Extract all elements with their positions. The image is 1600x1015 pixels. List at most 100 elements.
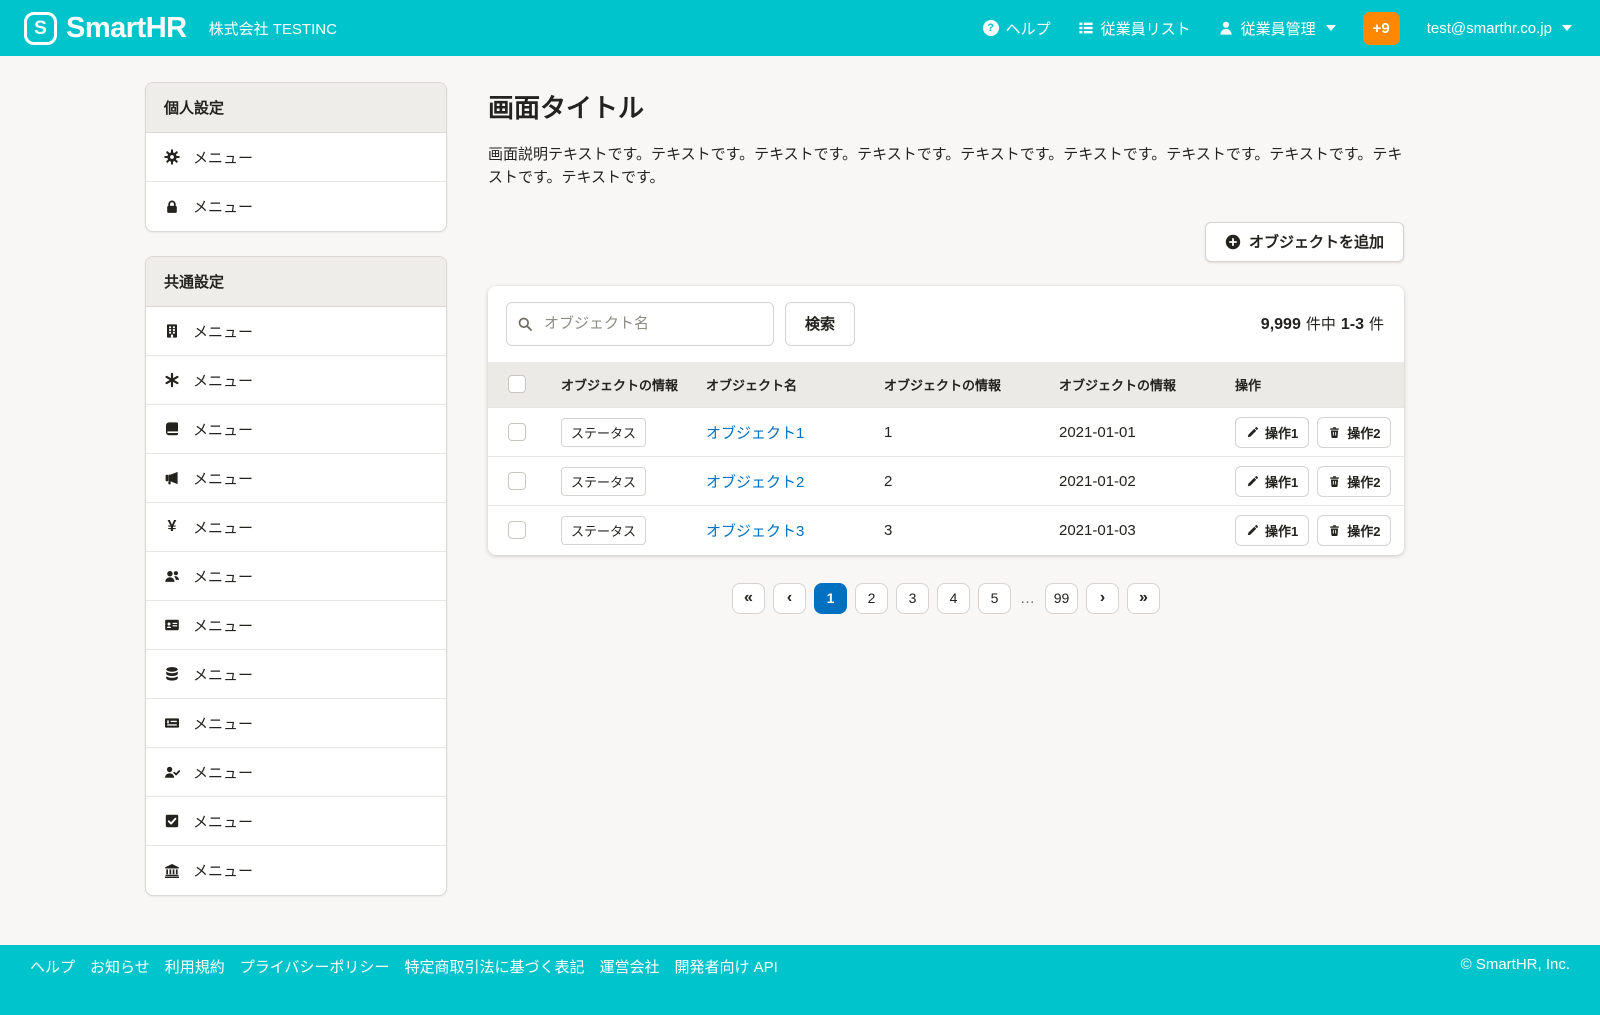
sidebar-item-common-6[interactable]: メニュー xyxy=(146,552,446,601)
smarthr-app: S SmartHR 株式会社 TESTINC ? ヘルプ 従業員リスト 従業員管… xyxy=(0,0,1600,1015)
sidebar-item-label: メニュー xyxy=(193,713,253,734)
pagination: « ‹ 1 2 3 4 5 … 99 › » xyxy=(488,583,1404,614)
sidebar-section-common: 共通設定 メニュー メニュー メニュー メニュー xyxy=(145,256,447,896)
pagination-ellipsis: … xyxy=(1019,590,1037,607)
column-header: オブジェクトの情報 xyxy=(561,362,706,408)
sidebar-item-common-1[interactable]: メニュー xyxy=(146,307,446,356)
prev-page-button[interactable]: ‹ xyxy=(773,583,806,614)
action1-label: 操作1 xyxy=(1265,521,1298,540)
help-link[interactable]: ? ヘルプ xyxy=(983,18,1051,39)
copyright: © SmartHR, Inc. xyxy=(1461,956,1570,973)
employee-admin-dropdown[interactable]: 従業員管理 xyxy=(1218,18,1336,39)
page-button-99[interactable]: 99 xyxy=(1045,583,1078,614)
add-object-label: オブジェクトを追加 xyxy=(1249,231,1384,252)
action1-label: 操作1 xyxy=(1265,423,1298,442)
action2-button[interactable]: 操作2 xyxy=(1317,466,1391,497)
next-page-button[interactable]: › xyxy=(1086,583,1119,614)
sidebar: 個人設定 メニュー メニュー 共通設定 メニュー メニュー xyxy=(145,82,447,896)
select-all-checkbox[interactable] xyxy=(508,375,526,393)
pencil-icon xyxy=(1246,426,1259,439)
object-value: 3 xyxy=(884,506,1059,555)
sidebar-item-label: メニュー xyxy=(193,370,253,391)
row-checkbox[interactable] xyxy=(508,521,526,539)
table-header-row: オブジェクトの情報 オブジェクト名 オブジェクトの情報 オブジェクトの情報 操作 xyxy=(488,362,1404,408)
action1-button[interactable]: 操作1 xyxy=(1235,515,1309,546)
account-dropdown[interactable]: test@smarthr.co.jp xyxy=(1427,20,1572,37)
action2-button[interactable]: 操作2 xyxy=(1317,515,1391,546)
sidebar-item-common-11[interactable]: メニュー xyxy=(146,797,446,846)
notification-badge[interactable]: +9 xyxy=(1363,12,1400,45)
smarthr-logo-mark-icon: S xyxy=(24,12,57,45)
lock-icon xyxy=(164,199,180,215)
caret-down-icon xyxy=(1326,25,1336,31)
list-icon xyxy=(1078,20,1094,36)
object-link[interactable]: オブジェクト2 xyxy=(706,474,804,491)
footer-links: ヘルプ お知らせ 利用規約 プライバシーポリシー 特定商取引法に基づく表記 運営… xyxy=(30,956,778,977)
smarthr-logo-text: SmartHR xyxy=(66,12,187,45)
footer-link-terms[interactable]: 利用規約 xyxy=(165,956,225,977)
object-date: 2021-01-03 xyxy=(1059,506,1235,555)
page-button-2[interactable]: 2 xyxy=(855,583,888,614)
footer-link-commerce-law[interactable]: 特定商取引法に基づく表記 xyxy=(404,956,584,977)
status-badge: ステータス xyxy=(561,467,646,496)
sidebar-item-label: メニュー xyxy=(193,321,253,342)
sidebar-item-label: メニュー xyxy=(193,147,253,168)
smarthr-logo[interactable]: S SmartHR xyxy=(24,12,187,45)
footer-link-privacy[interactable]: プライバシーポリシー xyxy=(240,956,390,977)
users-icon xyxy=(164,568,180,584)
footer-link-developer-api[interactable]: 開発者向け API xyxy=(674,956,777,977)
object-link[interactable]: オブジェクト1 xyxy=(706,425,804,442)
last-page-button[interactable]: » xyxy=(1127,583,1160,614)
object-table: オブジェクトの情報 オブジェクト名 オブジェクトの情報 オブジェクトの情報 操作… xyxy=(488,362,1404,555)
trash-icon xyxy=(1328,524,1341,537)
user-check-icon xyxy=(164,764,180,780)
employee-list-link[interactable]: 従業員リスト xyxy=(1078,18,1191,39)
column-header: 操作 xyxy=(1235,362,1404,408)
column-header: オブジェクトの情報 xyxy=(1059,362,1235,408)
sidebar-item-common-2[interactable]: メニュー xyxy=(146,356,446,405)
sidebar-item-common-9[interactable]: メニュー xyxy=(146,699,446,748)
footer-link-help[interactable]: ヘルプ xyxy=(30,956,75,977)
search-button[interactable]: 検索 xyxy=(785,302,855,346)
sidebar-item-common-5[interactable]: ¥ メニュー xyxy=(146,503,446,552)
sidebar-item-common-3[interactable]: メニュー xyxy=(146,405,446,454)
column-header: オブジェクト名 xyxy=(706,362,884,408)
count-unit-label: 件 xyxy=(1369,313,1384,334)
object-link[interactable]: オブジェクト3 xyxy=(706,523,804,540)
footer-link-news[interactable]: お知らせ xyxy=(90,956,150,977)
action2-button[interactable]: 操作2 xyxy=(1317,417,1391,448)
page-button-5[interactable]: 5 xyxy=(978,583,1011,614)
row-checkbox[interactable] xyxy=(508,472,526,490)
result-count: 9,999 件中 1-3 件 xyxy=(1261,313,1386,334)
page-title: 画面タイトル xyxy=(488,88,1404,125)
bullhorn-icon xyxy=(164,470,180,486)
sidebar-item-common-12[interactable]: メニュー xyxy=(146,846,446,895)
row-checkbox[interactable] xyxy=(508,423,526,441)
sidebar-item-common-10[interactable]: メニュー xyxy=(146,748,446,797)
search-input[interactable] xyxy=(506,302,774,346)
sidebar-item-personal-2[interactable]: メニュー xyxy=(146,182,446,231)
page-button-4[interactable]: 4 xyxy=(937,583,970,614)
footer-link-company[interactable]: 運営会社 xyxy=(599,956,659,977)
sidebar-item-label: メニュー xyxy=(193,196,253,217)
first-page-button[interactable]: « xyxy=(732,583,765,614)
add-object-button[interactable]: オブジェクトを追加 xyxy=(1205,222,1404,262)
sidebar-item-common-8[interactable]: メニュー xyxy=(146,650,446,699)
sidebar-item-common-7[interactable]: メニュー xyxy=(146,601,446,650)
sidebar-item-label: メニュー xyxy=(193,860,253,881)
page-button-3[interactable]: 3 xyxy=(896,583,929,614)
sidebar-item-personal-1[interactable]: メニュー xyxy=(146,133,446,182)
search-icon xyxy=(517,316,533,332)
object-value: 1 xyxy=(884,408,1059,457)
money-check-icon xyxy=(164,715,180,731)
action1-button[interactable]: 操作1 xyxy=(1235,466,1309,497)
sidebar-item-label: メニュー xyxy=(193,468,253,489)
yen-icon: ¥ xyxy=(164,519,180,535)
action1-button[interactable]: 操作1 xyxy=(1235,417,1309,448)
page-button-1[interactable]: 1 xyxy=(814,583,847,614)
sidebar-section-title: 個人設定 xyxy=(146,83,446,133)
book-icon xyxy=(164,421,180,437)
sidebar-item-common-4[interactable]: メニュー xyxy=(146,454,446,503)
id-card-icon xyxy=(164,617,180,633)
search-box xyxy=(506,302,774,346)
